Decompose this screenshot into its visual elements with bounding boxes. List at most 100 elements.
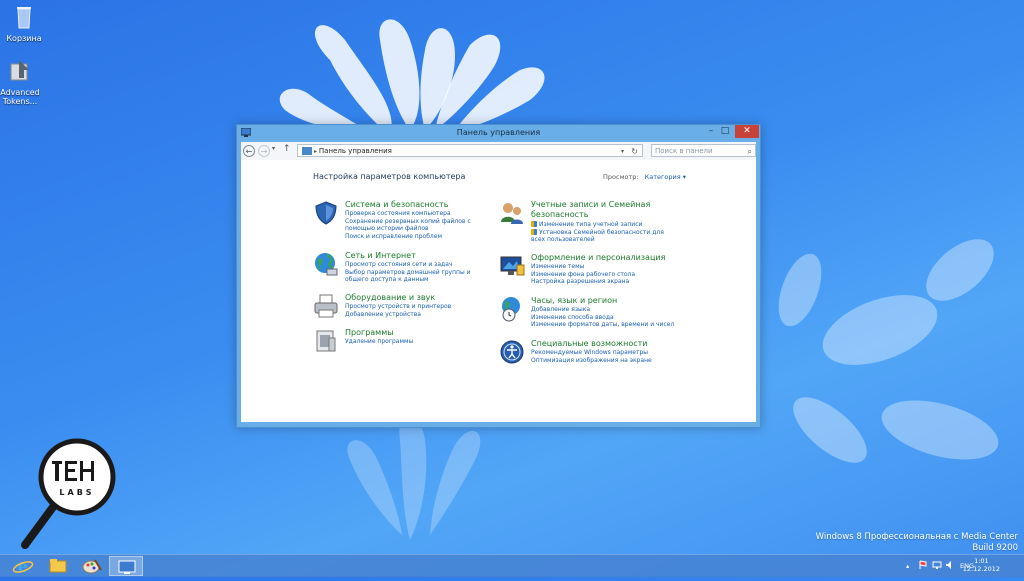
category-link[interactable]: Сохранение резервных копий файлов с помо… [345, 218, 495, 233]
up-arrow-icon: ↑ [283, 144, 291, 154]
accessibility-icon [500, 340, 524, 364]
category-title[interactable]: Система и безопасность [345, 200, 495, 210]
category-title[interactable]: Специальные возможности [531, 339, 681, 349]
category-links: Просмотр устройств и принтеров Добавлени… [345, 303, 505, 318]
category-link[interactable]: Поиск и исправление проблем [345, 233, 505, 241]
os-watermark: Windows 8 Профессиональная с Media Cente… [816, 532, 1018, 554]
category-link[interactable]: Рекомендуемые Windows параметры [531, 349, 691, 357]
taskbar-control-panel[interactable] [109, 556, 143, 576]
category-link[interactable]: Изменение темы [531, 263, 691, 271]
category-link[interactable]: Настройка разрешения экрана [531, 278, 691, 286]
advanced-tokens-icon [10, 60, 29, 81]
refresh-icon[interactable]: ↻ [631, 145, 638, 158]
category-link[interactable]: Добавление языка [531, 306, 691, 314]
category-title[interactable]: Программы [345, 328, 495, 338]
window-title: Панель управления [456, 128, 541, 137]
chevron-up-icon: ▴ [906, 562, 910, 570]
category-links: Проверка состояния компьютера Сохранение… [345, 210, 505, 240]
network-icon [932, 561, 942, 569]
minimize-button[interactable]: – [704, 125, 718, 138]
paint-icon [82, 559, 102, 574]
recycle-bin-icon [17, 7, 31, 29]
monitor-icon [500, 256, 525, 276]
internet-explorer-icon: e [12, 557, 34, 576]
category-link[interactable]: Изменение фона рабочего стола [531, 271, 691, 279]
forward-arrow-icon: → [260, 147, 268, 156]
close-button[interactable]: ✕ [735, 125, 759, 138]
watermark-edition: Windows 8 Профессиональная с Media Cente… [815, 532, 1018, 542]
view-dropdown[interactable]: Категория ▾ [645, 173, 686, 181]
clock-time: 1:01 [974, 557, 989, 565]
category-link[interactable]: Выбор параметров домашней группы и общег… [345, 269, 495, 284]
up-button[interactable]: ↑ [283, 144, 291, 154]
category-links: Рекомендуемые Windows параметры Оптимиза… [531, 349, 691, 364]
search-icon[interactable]: ⌕ [748, 145, 752, 158]
tray-show-hidden-icons[interactable]: ▴ [906, 562, 909, 570]
category-link[interactable]: Изменение способа ввода [531, 314, 691, 322]
tray-volume[interactable] [945, 560, 955, 572]
category-links: Изменение темы Изменение фона рабочего с… [531, 263, 691, 286]
tech-labs-logo: LABS [21, 438, 116, 549]
programs-icon [316, 330, 336, 352]
taskbar-file-explorer[interactable] [41, 556, 75, 576]
tray-clock[interactable]: 1:01 12.12.2012 [963, 557, 1000, 573]
watermark-build: Build 9200 [972, 543, 1018, 553]
control-panel-window: Панель управления – □ ✕ ← → ▾ ↑ ▸ Панель… [236, 124, 761, 428]
category-links: Добавление языка Изменение способа ввода… [531, 306, 691, 329]
flag-icon [919, 560, 927, 569]
category-links: Удаление программы [345, 338, 505, 346]
search-input[interactable]: Поиск в панели управления ⌕ [651, 144, 756, 168]
users-icon [501, 203, 523, 224]
desktop-icon-recycle-bin[interactable]: Корзина [0, 4, 48, 43]
tray-network[interactable] [932, 560, 942, 572]
category-link[interactable]: Установка Семейной безопасности для всех… [531, 228, 671, 244]
category-link[interactable]: Просмотр устройств и принтеров [345, 303, 505, 311]
navigation-bar: ← → ▾ ↑ ▸ Панель управления ▾ ↻ Поиск в … [241, 142, 756, 168]
category-links: Изменение типа учетной записи Установка … [531, 221, 691, 244]
uac-shield-icon [531, 221, 537, 227]
maximize-button[interactable]: □ [718, 125, 732, 138]
window-titlebar[interactable]: Панель управления – □ ✕ [237, 125, 760, 141]
taskbar: e ▴ ENG 1:01 12.12.2012 [0, 554, 1024, 577]
network-globe-icon [315, 253, 338, 276]
desktop-icon-label: Корзина [6, 34, 42, 43]
breadcrumb-item[interactable]: Панель управления [319, 147, 392, 155]
chevron-down-icon: ▾ [682, 173, 687, 181]
speaker-icon [946, 561, 951, 569]
desktop-icon-advanced-tokens[interactable]: Advanced Tokens... [0, 58, 44, 106]
category-link[interactable]: Добавление устройства [345, 311, 505, 319]
chevron-down-icon[interactable]: ▾ [621, 145, 624, 158]
printer-icon [314, 294, 338, 318]
desktop-icon-label: Advanced Tokens... [0, 88, 40, 106]
svg-text:e: e [18, 557, 28, 576]
forward-button[interactable]: → [258, 145, 270, 157]
back-button[interactable]: ← [243, 145, 255, 157]
page-title: Настройка параметров компьютера [313, 172, 466, 181]
taskbar-paint[interactable] [75, 556, 109, 576]
control-panel-content: Настройка параметров компьютера Просмотр… [241, 160, 756, 422]
uac-shield-icon [531, 228, 537, 235]
tray-action-center[interactable] [918, 560, 928, 572]
recent-pages-dropdown[interactable]: ▾ [272, 145, 275, 152]
chevron-down-icon: ▾ [272, 145, 276, 152]
control-panel-icon [302, 147, 312, 155]
address-field[interactable]: ▸ Панель управления ▾ ↻ [297, 144, 643, 157]
category-link[interactable]: Изменение форматов даты, времени и чисел [531, 321, 691, 329]
category-link[interactable]: Удаление программы [345, 338, 505, 346]
category-link[interactable]: Просмотр состояния сети и задач [345, 261, 505, 269]
view-label: Просмотр: [603, 173, 639, 181]
category-link[interactable]: Проверка состояния компьютера [345, 210, 505, 218]
taskbar-internet-explorer[interactable]: e [6, 556, 40, 576]
category-title[interactable]: Сеть и Интернет [345, 251, 495, 261]
category-title[interactable]: Оформление и персонализация [531, 253, 681, 263]
category-link[interactable]: Изменение типа учетной записи [531, 221, 691, 229]
category-title[interactable]: Учетные записи и Семейная безопасность [531, 200, 661, 220]
file-explorer-icon [49, 559, 67, 573]
category-title[interactable]: Оборудование и звук [345, 293, 495, 303]
category-link[interactable]: Оптимизация изображения на экране [531, 357, 691, 365]
back-arrow-icon: ← [245, 147, 253, 156]
category-title[interactable]: Часы, язык и регион [531, 296, 681, 306]
category-links: Просмотр состояния сети и задач Выбор па… [345, 261, 505, 284]
clock-date: 12.12.2012 [962, 565, 1000, 573]
svg-text:LABS: LABS [59, 488, 94, 497]
